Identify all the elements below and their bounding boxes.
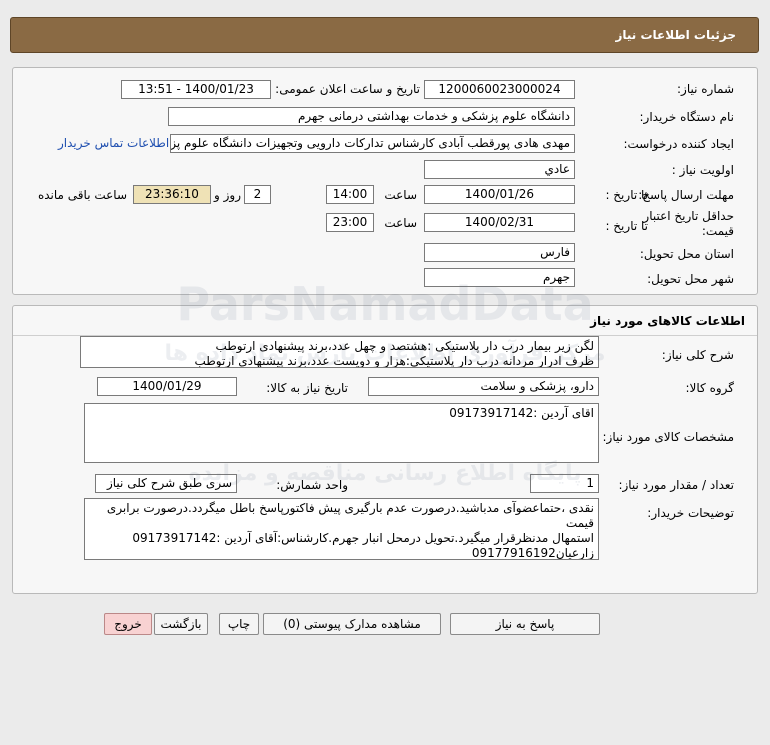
priority-label: اولویت نیاز : — [671, 163, 734, 177]
city-label: شهر محل تحویل: — [647, 272, 734, 286]
need-date-field: 1400/01/29 — [97, 377, 237, 396]
buyer-contact-link[interactable]: اطلاعات تماس خریدار — [58, 136, 169, 150]
city-field: جهرم — [424, 268, 575, 287]
unit-label: واحد شمارش: — [276, 478, 348, 492]
validity-until-label: تا تاریخ : — [605, 219, 648, 233]
quantity-field: 1 — [530, 474, 599, 493]
days-label: روز و — [214, 188, 241, 202]
buyer-notes-line-1: نقدی ،حتماعضوآی مدباشید.درصورت عدم بارگی… — [106, 501, 594, 530]
creator-field: مهدی هادی پورقطب آبادی کارشناس تدارکات د… — [170, 134, 575, 153]
validity-label-2: قیمت: — [701, 224, 734, 238]
attachments-button[interactable]: مشاهده مدارک پیوستی (0) — [263, 613, 441, 635]
announce-label: تاریخ و ساعت اعلان عمومی: — [275, 82, 420, 96]
remaining-time-field: 23:36:10 — [133, 185, 211, 204]
deadline-date-field: 1400/01/26 — [424, 185, 575, 204]
deadline-label: مهلت ارسال پاسخ: — [638, 188, 734, 202]
announce-field: 1400/01/23 - 13:51 — [121, 80, 271, 99]
priority-field: عادي — [424, 160, 575, 179]
remaining-label: ساعت باقی مانده — [37, 188, 127, 202]
description-label: شرح کلی نیاز: — [661, 348, 734, 362]
reply-button[interactable]: پاسخ به نیاز — [450, 613, 600, 635]
creator-label: ایجاد کننده درخواست: — [623, 137, 734, 151]
description-field: لگن زیر بیمار درب دار پلاستیکی :هشتصد و … — [80, 336, 599, 368]
exit-button[interactable]: خروج — [104, 613, 152, 635]
print-button[interactable]: چاپ — [219, 613, 259, 635]
days-field: 2 — [244, 185, 271, 204]
description-line-2: ظرف ادرار مردانه درب دار پلاستیکی:هزار و… — [194, 354, 594, 368]
description-line-1: لگن زیر بیمار درب دار پلاستیکی :هشتصد و … — [215, 339, 594, 353]
buyer-field: دانشگاه علوم پزشکی و خدمات بهداشتی درمان… — [168, 107, 575, 126]
goods-section-title: اطلاعات کالاهای مورد نیاز — [13, 306, 757, 336]
buyer-notes-label: توضیحات خریدار: — [647, 506, 734, 520]
buyer-notes-line-2: استمهال مدنظرقرار میگیرد.تحویل درمحل انب… — [132, 531, 594, 545]
validity-time-label: ساعت — [384, 216, 417, 230]
validity-time-field: 23:00 — [326, 213, 374, 232]
unit-field: سری طبق شرح کلی نیاز — [95, 474, 237, 493]
spec-field: اقای آردین :09173917142 — [84, 403, 599, 463]
buyer-notes-field: نقدی ،حتماعضوآی مدباشید.درصورت عدم بارگی… — [84, 498, 599, 560]
spec-label: مشخصات کالای مورد نیاز: — [602, 430, 734, 444]
need-number-field: 1200060023000024 — [424, 80, 575, 99]
quantity-label: تعداد / مقدار مورد نیاز: — [618, 478, 734, 492]
province-field: فارس — [424, 243, 575, 262]
goods-group-field: دارو، پزشکی و سلامت — [368, 377, 599, 396]
page-title: جزئیات اطلاعات نیاز — [615, 28, 736, 42]
validity-label: حداقل تاریخ اعتبار — [643, 209, 734, 223]
province-label: استان محل تحویل: — [639, 247, 734, 261]
goods-group-label: گروه کالا: — [685, 381, 735, 395]
deadline-time-field: 14:00 — [326, 185, 374, 204]
need-date-label: تاریخ نیاز به کالا: — [266, 381, 348, 395]
deadline-time-label: ساعت — [384, 188, 417, 202]
need-number-label: شماره نیاز: — [677, 82, 734, 96]
back-button[interactable]: بازگشت — [154, 613, 208, 635]
page-title-bar: جزئیات اطلاعات نیاز — [10, 17, 759, 53]
deadline-until-label: تا تاریخ : — [605, 188, 648, 202]
buyer-label: نام دستگاه خریدار: — [639, 110, 735, 124]
validity-date-field: 1400/02/31 — [424, 213, 575, 232]
buyer-notes-line-3: زارعیان09177916192 — [471, 546, 594, 560]
